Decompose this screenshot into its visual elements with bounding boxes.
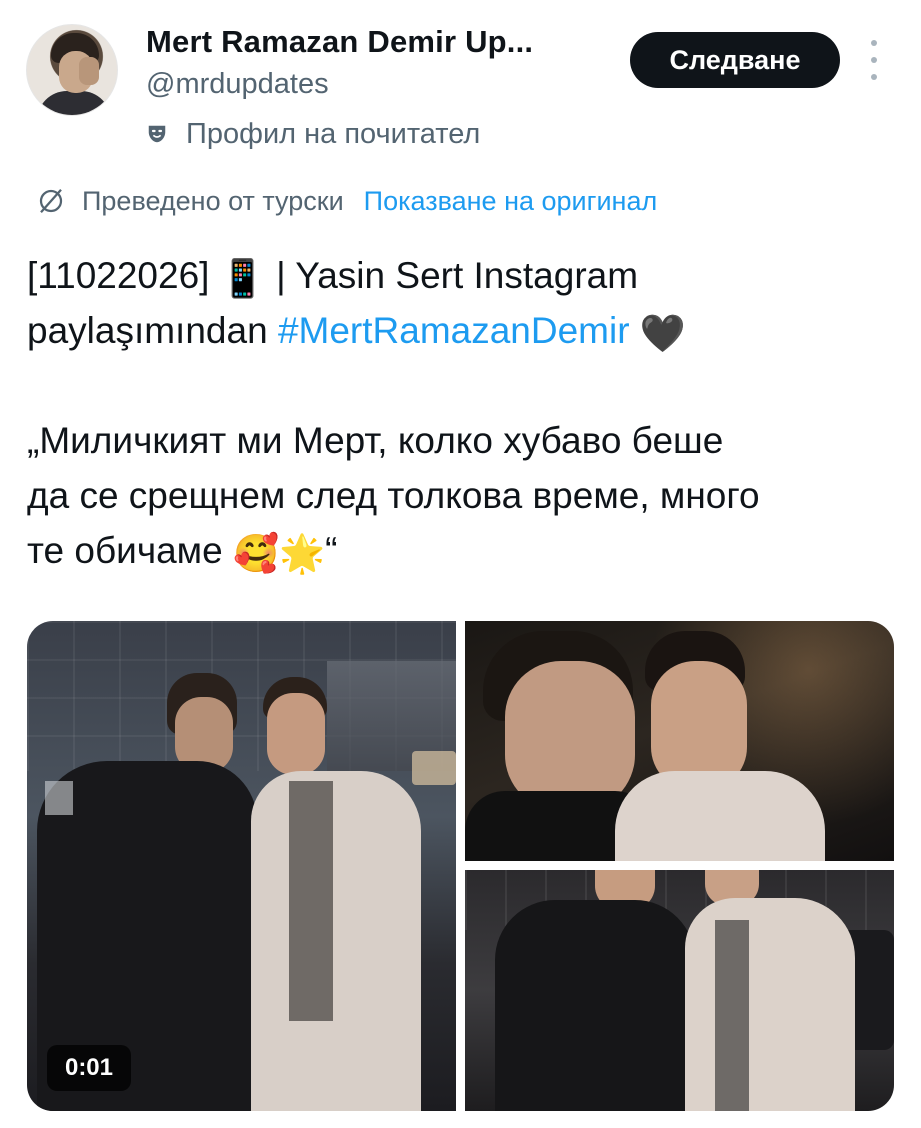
closing-quote: “ [325,530,338,571]
tweet-quote-text: те обичаме [27,530,233,571]
tweet-line-2: paylaşımından #MertRamazanDemir 🖤 [27,303,897,358]
fan-profile-badge: Профил на почитател [146,116,480,152]
tweet-quote-line-1: „Миличкият ми Мерт, колко хубаво беше [27,420,724,461]
media-grid: 0:01 [27,621,894,1111]
black-heart-emoji: 🖤 [639,312,686,354]
hashtag-link[interactable]: #MertRamazanDemir [278,310,630,351]
fan-profile-label: Профил на почитател [186,117,481,150]
tweet-quote-line-3: те обичаме 🥰🌟“ [27,523,897,578]
smiling-hearts-emoji: 🥰 [232,532,280,574]
tweet-line-1: [11022026] 📱 | Yasin Sert Instagram [27,248,897,303]
tweet-date-tag: [11022026] [27,255,220,296]
tweet-header: Mert Ramazan Demir Up... @mrdupdates Про… [0,0,921,170]
glowing-star-emoji: 🌟 [279,532,326,574]
theater-mask-icon [148,125,166,143]
globe-slash-icon [39,189,63,213]
more-vertical-icon [871,40,877,46]
show-original-link[interactable]: Показване на оригинал [364,186,658,217]
follow-button[interactable]: Следване [630,32,840,88]
author-display-name[interactable]: Mert Ramazan Demir Up... [146,24,533,60]
photo-standing[interactable] [465,870,894,1111]
video-duration-badge: 0:01 [47,1045,131,1091]
author-handle[interactable]: @mrdupdates [146,68,329,101]
translated-label: Преведено от турски [82,185,344,216]
photo-selfie[interactable] [465,621,894,861]
tweet-quote-line-2: да се срещнем след толкова време, много [27,475,760,516]
tweet-source-text: | Yasin Sert Instagram [265,255,639,296]
avatar[interactable] [26,24,118,116]
more-options-button[interactable] [862,40,886,80]
tweet-text: [11022026] 📱 | Yasin Sert Instagram payl… [27,248,897,578]
mobile-phone-emoji: 📱 [219,257,266,299]
tweet-source-text-cont: paylaşımından [27,310,278,351]
translation-bar: Преведено от турски Показване на оригина… [36,181,657,221]
video-thumbnail[interactable]: 0:01 [27,621,456,1111]
